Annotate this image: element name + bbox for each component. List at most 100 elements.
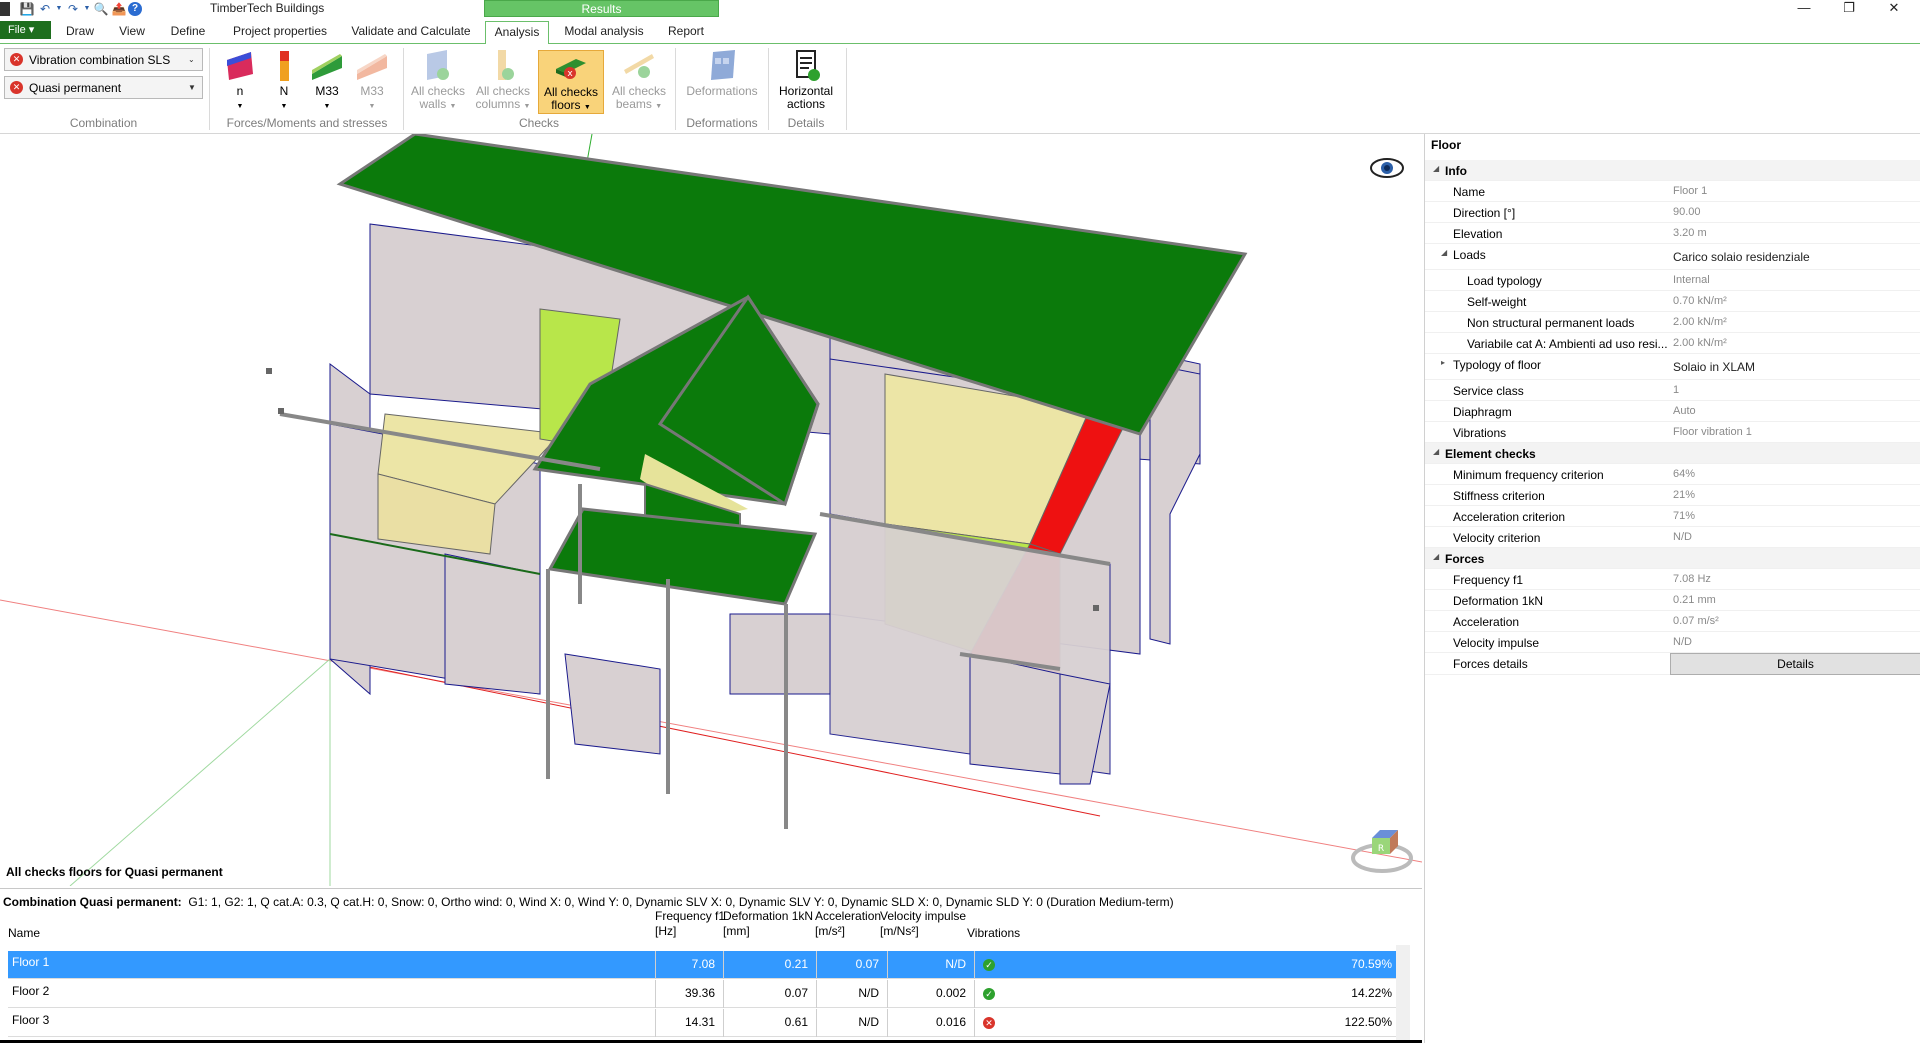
file-menu[interactable]: File ▾ bbox=[0, 21, 51, 39]
prop-self-weight[interactable]: Self-weight 0.70 kN/m² bbox=[1425, 291, 1920, 312]
table-row[interactable]: Floor 1 7.08 0.21 0.07 N/D ✓ 70.59% bbox=[8, 951, 1408, 979]
tab-modal-analysis[interactable]: Modal analysis bbox=[561, 21, 647, 44]
prop-name[interactable]: Name Floor 1 bbox=[1425, 181, 1920, 202]
tab-draw[interactable]: Draw bbox=[58, 21, 102, 44]
tab-define[interactable]: Define bbox=[164, 21, 212, 44]
table-scrollbar[interactable] bbox=[1396, 945, 1410, 1041]
prop-label: Variabile cat A: Ambienti ad uso resi... bbox=[1467, 337, 1668, 351]
quick-access-toolbar: 💾 ↶ ▼ ↷ ▼ 🔍 📤 ? bbox=[0, 0, 142, 17]
section-element-checks[interactable]: ◢ Element checks bbox=[1425, 443, 1920, 464]
expand-icon: ▸ bbox=[1441, 358, 1446, 367]
stress-m33-button[interactable]: M33 ▼ bbox=[352, 50, 392, 114]
prop-diaphragm[interactable]: Diaphragm Auto bbox=[1425, 401, 1920, 422]
restore-button[interactable]: ❐ bbox=[1829, 0, 1869, 17]
help-icon[interactable]: ? bbox=[128, 1, 142, 16]
prop-load-typology[interactable]: Load typology Internal bbox=[1425, 270, 1920, 291]
header-deformation[interactable]: Deformation 1kN [mm] bbox=[723, 909, 813, 939]
combination-type-select[interactable]: ✕ Vibration combination SLS ⌄ bbox=[4, 48, 203, 71]
building-model[interactable] bbox=[0, 134, 1422, 886]
header-acceleration[interactable]: Acceleration [m/s²] bbox=[815, 909, 881, 939]
dropdown-icon[interactable]: ▼ bbox=[82, 1, 92, 17]
prop-acceleration[interactable]: Acceleration 0.07 m/s² bbox=[1425, 611, 1920, 632]
normal-force-icon bbox=[280, 51, 289, 81]
header-frequency[interactable]: Frequency f1 [Hz] bbox=[655, 909, 725, 939]
prop-label: Typology of floor bbox=[1453, 358, 1542, 372]
view-cube-icon[interactable]: R bbox=[1350, 824, 1414, 874]
save-icon[interactable]: 💾 bbox=[18, 1, 36, 17]
minimize-button[interactable]: — bbox=[1784, 0, 1824, 17]
prop-value: 64% bbox=[1673, 468, 1696, 480]
svg-text:R: R bbox=[1378, 844, 1384, 854]
force-N-button[interactable]: N ▼ bbox=[264, 50, 304, 114]
prop-vibrations[interactable]: Vibrations Floor vibration 1 bbox=[1425, 422, 1920, 443]
all-checks-floors-button[interactable]: x All checks floors ▼ bbox=[538, 50, 604, 114]
combination-type-value: Vibration combination SLS bbox=[29, 52, 171, 67]
section-info[interactable]: ◢ Info bbox=[1425, 160, 1920, 181]
zoom-icon[interactable]: 🔍 bbox=[92, 1, 110, 17]
dropdown-icon[interactable]: ▼ bbox=[54, 1, 64, 17]
deformations-label: Deformations bbox=[686, 84, 758, 98]
tab-validate-calculate[interactable]: Validate and Calculate bbox=[348, 21, 474, 44]
export-icon[interactable]: 📤 bbox=[110, 1, 128, 17]
prop-acceleration-criterion[interactable]: Acceleration criterion 71% bbox=[1425, 506, 1920, 527]
force-n-button[interactable]: n ▼ bbox=[220, 50, 260, 114]
cell-deformation: 0.21 bbox=[723, 951, 816, 979]
table-row[interactable]: Floor 3 14.31 0.61 N/D 0.016 ✕ 122.50% bbox=[8, 1009, 1408, 1037]
tab-view[interactable]: View bbox=[111, 21, 153, 44]
moment-m33-button[interactable]: M33 ▼ bbox=[307, 50, 347, 114]
stress-diagram-icon bbox=[357, 54, 387, 80]
prop-velocity-impulse[interactable]: Velocity impulse N/D bbox=[1425, 632, 1920, 653]
moment-m33-label: M33 bbox=[315, 84, 339, 98]
header-vibrations[interactable]: Vibrations bbox=[967, 926, 1020, 941]
prop-loads[interactable]: ◢ Loads Carico solaio residenziale bbox=[1425, 244, 1920, 270]
3d-viewport[interactable]: R All checks floors for Quasi permanent bbox=[0, 134, 1422, 886]
prop-value: Floor 1 bbox=[1673, 185, 1708, 197]
details-button[interactable]: Details bbox=[1670, 653, 1920, 675]
table-row[interactable]: Floor 2 39.36 0.07 N/D 0.002 ✓ 14.22% bbox=[8, 980, 1408, 1008]
close-button[interactable]: ✕ bbox=[1874, 0, 1914, 17]
prop-stiffness[interactable]: Stiffness criterion 21% bbox=[1425, 485, 1920, 506]
undo-icon[interactable]: ↶ bbox=[36, 1, 54, 17]
visibility-eye-icon[interactable] bbox=[1370, 156, 1404, 180]
prop-elevation[interactable]: Elevation 3.20 m bbox=[1425, 223, 1920, 244]
header-frequency-unit: [Hz] bbox=[655, 924, 677, 938]
prop-forces-details: Forces details Details bbox=[1425, 653, 1920, 675]
prop-min-frequency[interactable]: Minimum frequency criterion 64% bbox=[1425, 464, 1920, 485]
prop-velocity-criterion[interactable]: Velocity criterion N/D bbox=[1425, 527, 1920, 548]
all-checks-columns-button[interactable]: All checks columns ▼ bbox=[473, 50, 533, 114]
prop-value: 0.70 kN/m² bbox=[1673, 295, 1727, 307]
results-context-tab: Results bbox=[484, 0, 719, 17]
cell-acceleration: N/D bbox=[816, 1009, 887, 1037]
header-velocity-impulse[interactable]: Velocity impulse [m/Ns²] bbox=[880, 909, 966, 939]
combination-select[interactable]: ✕ Quasi permanent ▼ bbox=[4, 76, 203, 99]
tab-report[interactable]: Report bbox=[661, 21, 711, 44]
prop-service-class[interactable]: Service class 1 bbox=[1425, 380, 1920, 401]
horizontal-actions-button[interactable]: Horizontal actions bbox=[772, 50, 840, 114]
prop-label: Forces details bbox=[1453, 657, 1528, 671]
prop-non-structural-loads[interactable]: Non structural permanent loads 2.00 kN/m² bbox=[1425, 312, 1920, 333]
section-forces[interactable]: ◢ Forces bbox=[1425, 548, 1920, 569]
redo-icon[interactable]: ↷ bbox=[64, 1, 82, 17]
prop-label: Deformation 1kN bbox=[1453, 594, 1544, 608]
prop-label: Velocity impulse bbox=[1453, 636, 1540, 650]
all-checks-beams-button[interactable]: All checks beams ▼ bbox=[609, 50, 669, 114]
prop-direction[interactable]: Direction [°] 90.00 bbox=[1425, 202, 1920, 223]
prop-label: Frequency f1 bbox=[1453, 573, 1524, 587]
deformations-icon bbox=[711, 50, 735, 80]
cell-velocity-impulse: 0.002 bbox=[887, 980, 974, 1008]
deformations-button[interactable]: Deformations bbox=[680, 50, 764, 114]
tab-project-properties[interactable]: Project properties bbox=[225, 21, 335, 44]
cell-frequency: 39.36 bbox=[655, 980, 723, 1008]
prop-floor-typology[interactable]: ▸ Typology of floor Solaio in XLAM bbox=[1425, 354, 1920, 380]
header-deformation-unit: [mm] bbox=[723, 924, 750, 938]
prop-variable-load[interactable]: Variabile cat A: Ambienti ad uso resi...… bbox=[1425, 333, 1920, 354]
all-checks-walls-button[interactable]: All checks walls ▼ bbox=[408, 50, 468, 114]
prop-deformation[interactable]: Deformation 1kN 0.21 mm bbox=[1425, 590, 1920, 611]
header-name[interactable]: Name bbox=[8, 926, 40, 941]
tab-analysis[interactable]: Analysis bbox=[485, 21, 549, 45]
prop-value: 2.00 kN/m² bbox=[1673, 337, 1727, 349]
menu-tabs: File ▾ Draw View Define Project properti… bbox=[0, 17, 1920, 45]
combination-coefficients: G1: 1, G2: 1, Q cat.A: 0.3, Q cat.H: 0, … bbox=[188, 895, 1174, 909]
prop-frequency-f1[interactable]: Frequency f1 7.08 Hz bbox=[1425, 569, 1920, 590]
axial-force-icon bbox=[227, 52, 253, 80]
